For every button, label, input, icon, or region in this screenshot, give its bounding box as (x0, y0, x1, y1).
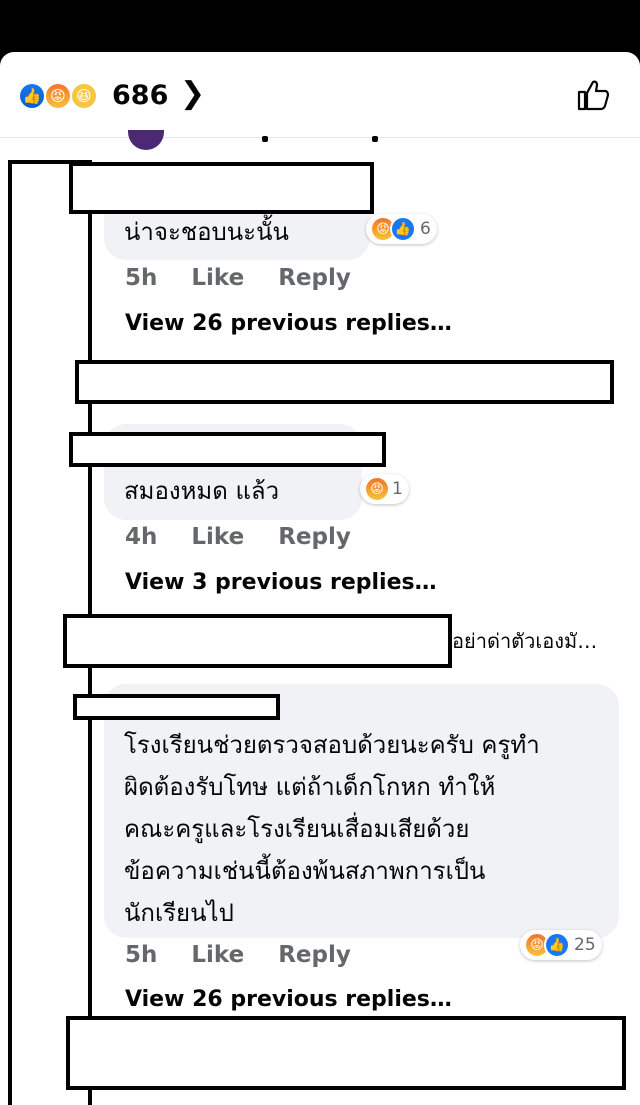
comment-actions: 5h Like Reply (125, 265, 385, 291)
reactions-header: 👍 😡 😆 686 ❯ (0, 52, 640, 138)
comment-reactions[interactable]: 😡 1 (360, 474, 409, 504)
comment-actions: 5h Like Reply (125, 942, 385, 968)
redaction-frame (8, 160, 12, 1105)
comment-line-1: โรงเรียนช่วยตรวจสอบด้วยนะครับ ครูทำ (124, 731, 540, 759)
comment-snippet[interactable]: อย่าด่าตัวเองมั… (452, 625, 597, 657)
angry-reaction-icon: 😡 (44, 82, 72, 110)
chevron-right-icon[interactable]: ❯ (180, 76, 205, 111)
partial-text (372, 136, 378, 142)
reaction-count: 1 (392, 479, 403, 499)
view-previous-replies[interactable]: View 26 previous replies… (125, 311, 452, 336)
comment-line-2: ผิดต้องรับโทษ แต่ถ้าเด็กโกหก ทำให้ (124, 773, 496, 801)
redaction-box (69, 432, 386, 467)
comments-sheet: 👍 😡 😆 686 ❯ น่าจะชอบนะนั้น 😡 👍 6 5h Like R… (0, 52, 640, 1105)
redaction-box (69, 162, 374, 214)
redaction-box (75, 360, 614, 404)
comment-reactions[interactable]: 😡 👍 25 (520, 930, 602, 960)
like-icon: 👍 (390, 216, 416, 242)
view-previous-replies[interactable]: View 26 previous replies… (125, 987, 452, 1012)
like-button[interactable]: Like (191, 942, 244, 968)
avatar[interactable] (128, 130, 164, 150)
comment-line-5: นักเรียนไป (124, 899, 234, 927)
comment-actions: 4h Like Reply (125, 524, 385, 550)
thumbs-up-icon[interactable] (576, 78, 610, 112)
like-icon: 👍 (544, 932, 570, 958)
reaction-count: 6 (420, 219, 431, 239)
comment-reactions[interactable]: 😡 👍 6 (366, 214, 437, 244)
angry-icon: 😡 (364, 476, 390, 502)
redaction-box (73, 694, 280, 720)
header-divider (0, 137, 640, 138)
comment-text: น่าจะชอบนะนั้น (124, 218, 289, 246)
redaction-box (66, 1016, 626, 1090)
view-previous-replies[interactable]: View 3 previous replies… (125, 570, 437, 595)
comment-line-3: คณะครูและโรงเรียนเสื่อมเสียด้วย (124, 815, 470, 843)
like-reaction-icon: 👍 (18, 82, 46, 110)
reaction-count: 25 (574, 935, 596, 955)
haha-reaction-icon: 😆 (70, 82, 98, 110)
comment-time: 5h (125, 265, 158, 291)
like-button[interactable]: Like (191, 265, 244, 291)
comment-time: 5h (125, 942, 158, 968)
redaction-box (63, 614, 452, 668)
reply-button[interactable]: Reply (278, 265, 351, 291)
comment-text: สมองหมด แล้ว (124, 477, 280, 505)
reaction-total[interactable]: 686 (112, 80, 168, 111)
comment-time: 4h (125, 524, 158, 550)
reply-button[interactable]: Reply (278, 942, 351, 968)
partial-text (262, 136, 268, 142)
reply-button[interactable]: Reply (278, 524, 351, 550)
like-button[interactable]: Like (191, 524, 244, 550)
comment-line-4: ข้อความเช่นนี้ต้องพ้นสภาพการเป็น (124, 857, 486, 885)
